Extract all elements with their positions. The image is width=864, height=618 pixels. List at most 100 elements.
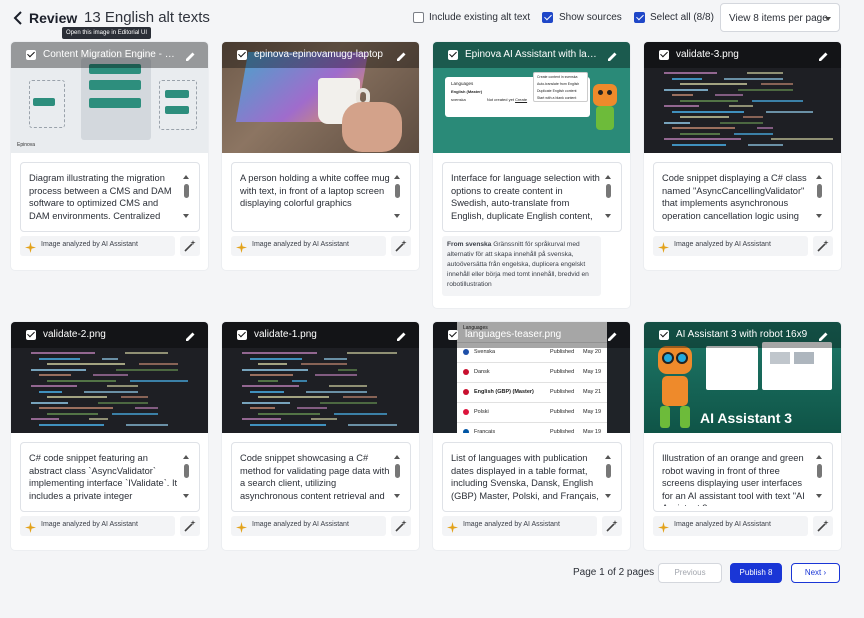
items-per-page-select[interactable]: View 8 items per page <box>720 3 840 32</box>
pencil-icon[interactable] <box>607 329 618 341</box>
pencil-icon[interactable] <box>185 329 196 341</box>
select-image-checkbox[interactable] <box>659 50 669 60</box>
image-thumbnail[interactable]: validate-1.png <box>222 322 419 433</box>
include-existing-label[interactable]: Include existing alt text <box>429 12 530 23</box>
scroll-down-icon[interactable] <box>394 494 400 498</box>
langs-row-name: Svenska <box>474 349 496 355</box>
scrollbar-thumb[interactable] <box>817 464 822 478</box>
image-thumbnail[interactable]: Epinova Content Migration Engine - Page <box>11 42 208 153</box>
image-thumbnail[interactable]: validate-2.png <box>11 322 208 433</box>
magic-wand-button[interactable] <box>813 236 833 256</box>
scrollbar-thumb[interactable] <box>184 184 189 198</box>
scroll-up-icon[interactable] <box>183 175 189 179</box>
scroll-down-icon[interactable] <box>605 214 611 218</box>
show-sources-label[interactable]: Show sources <box>559 12 622 23</box>
pencil-icon[interactable] <box>396 49 407 61</box>
pencil-icon[interactable] <box>607 49 618 61</box>
alt-text-value[interactable]: List of languages with publication dates… <box>451 452 601 506</box>
scroll-up-icon[interactable] <box>605 455 611 459</box>
scrollbar-thumb[interactable] <box>395 464 400 478</box>
scroll-down-icon[interactable] <box>816 214 822 218</box>
pencil-icon[interactable] <box>185 49 196 61</box>
magic-wand-button[interactable] <box>391 516 411 536</box>
select-image-checkbox[interactable] <box>26 330 36 340</box>
previous-button[interactable]: Previous <box>658 563 722 583</box>
image-thumbnail[interactable]: validate-3.png <box>644 42 841 153</box>
publish-button[interactable]: Publish 8 <box>730 563 782 583</box>
alt-text-field[interactable]: Diagram illustrating the migration proce… <box>20 162 200 232</box>
teal-not-created: Not created yet <box>486 97 514 102</box>
langs-row-status: Published <box>550 369 575 375</box>
scroll-down-icon[interactable] <box>183 494 189 498</box>
chevron-down-icon <box>825 17 831 21</box>
select-all-checkbox[interactable] <box>634 12 645 23</box>
alt-text-card: validate-1.png Code snippet showcasing a… <box>222 322 419 550</box>
alt-text-value[interactable]: Illustration of an orange and green robo… <box>662 452 812 506</box>
image-thumbnail[interactable]: AI Assistant 3 AI Assistant 3 with robot… <box>644 322 841 433</box>
image-name: validate-1.png <box>254 329 317 340</box>
select-image-checkbox[interactable] <box>448 50 458 60</box>
select-image-checkbox[interactable] <box>659 330 669 340</box>
image-name: AI Assistant 3 with robot 16x9 <box>676 329 808 340</box>
scrollbar-thumb[interactable] <box>606 184 611 198</box>
image-thumbnail[interactable]: Languages English (Master) svenska Not c… <box>433 42 630 153</box>
magic-wand-button[interactable] <box>180 236 200 256</box>
alt-text-value[interactable]: C# code snippet featuring an abstract cl… <box>29 452 179 506</box>
scroll-up-icon[interactable] <box>394 455 400 459</box>
alt-text-field[interactable]: A person holding a white coffee mug with… <box>231 162 411 232</box>
scroll-up-icon[interactable] <box>394 175 400 179</box>
image-thumbnail[interactable]: epinova-epinovamugg-laptop <box>222 42 419 153</box>
scrollbar-thumb[interactable] <box>184 464 189 478</box>
alt-text-value[interactable]: Diagram illustrating the migration proce… <box>29 172 179 226</box>
alt-text-value[interactable]: Code snippet showcasing a C# method for … <box>240 452 390 506</box>
scrollbar-thumb[interactable] <box>395 184 400 198</box>
teal-menu-item: Start with a blank content <box>537 96 577 100</box>
alt-text-field[interactable]: Code snippet displaying a C# class named… <box>653 162 833 232</box>
scroll-down-icon[interactable] <box>816 494 822 498</box>
select-image-checkbox[interactable] <box>237 330 247 340</box>
scroll-down-icon[interactable] <box>183 214 189 218</box>
scroll-up-icon[interactable] <box>183 455 189 459</box>
alt-text-field[interactable]: Code snippet showcasing a C# method for … <box>231 442 411 512</box>
include-existing-checkbox[interactable] <box>413 12 424 23</box>
magic-wand-button[interactable] <box>180 516 200 536</box>
select-image-checkbox[interactable] <box>448 330 458 340</box>
analyzed-label: Image analyzed by AI Assistant <box>252 521 349 528</box>
scroll-down-icon[interactable] <box>605 494 611 498</box>
next-button[interactable]: Next › <box>791 563 840 583</box>
teal-svenska-row: svenska <box>451 97 466 102</box>
select-image-checkbox[interactable] <box>26 50 36 60</box>
analyzed-badge: Image analyzed by AI Assistant <box>442 516 597 536</box>
select-all-label[interactable]: Select all (8/8) <box>650 12 714 23</box>
scrollbar-thumb[interactable] <box>606 464 611 478</box>
scroll-up-icon[interactable] <box>816 175 822 179</box>
alt-text-field[interactable]: Illustration of an orange and green robo… <box>653 442 833 512</box>
image-thumbnail[interactable]: Languages Svenska Published May 20 Dansk… <box>433 322 630 433</box>
magic-wand-button[interactable] <box>602 516 622 536</box>
image-name: epinova-epinovamugg-laptop <box>254 49 383 60</box>
alt-text-value[interactable]: Interface for language selection with op… <box>451 172 601 226</box>
magic-wand-button[interactable] <box>391 236 411 256</box>
tooltip: Open this image in Editorial UI <box>62 27 152 39</box>
scroll-up-icon[interactable] <box>816 455 822 459</box>
source-text: Gränssnitt för språkurval med alternativ… <box>447 241 589 288</box>
analyzed-badge: Image analyzed by AI Assistant <box>20 516 175 536</box>
magic-wand-button[interactable] <box>813 516 833 536</box>
pencil-icon[interactable] <box>396 329 407 341</box>
scroll-up-icon[interactable] <box>605 175 611 179</box>
alt-text-value[interactable]: A person holding a white coffee mug with… <box>240 172 390 226</box>
scroll-down-icon[interactable] <box>394 214 400 218</box>
pencil-icon[interactable] <box>818 49 829 61</box>
alt-text-value[interactable]: Code snippet displaying a C# class named… <box>662 172 812 226</box>
select-image-checkbox[interactable] <box>237 50 247 60</box>
langs-row-status: Published <box>550 409 575 415</box>
scrollbar-thumb[interactable] <box>817 184 822 198</box>
alt-text-field[interactable]: C# code snippet featuring an abstract cl… <box>20 442 200 512</box>
langs-row-status: Published <box>550 429 575 433</box>
alt-text-field[interactable]: List of languages with publication dates… <box>442 442 622 512</box>
show-sources-checkbox[interactable] <box>542 12 553 23</box>
back-arrow-icon[interactable] <box>12 9 26 27</box>
pencil-icon[interactable] <box>818 329 829 341</box>
alt-text-field[interactable]: Interface for language selection with op… <box>442 162 622 232</box>
analyzed-label: Image analyzed by AI Assistant <box>463 521 560 528</box>
